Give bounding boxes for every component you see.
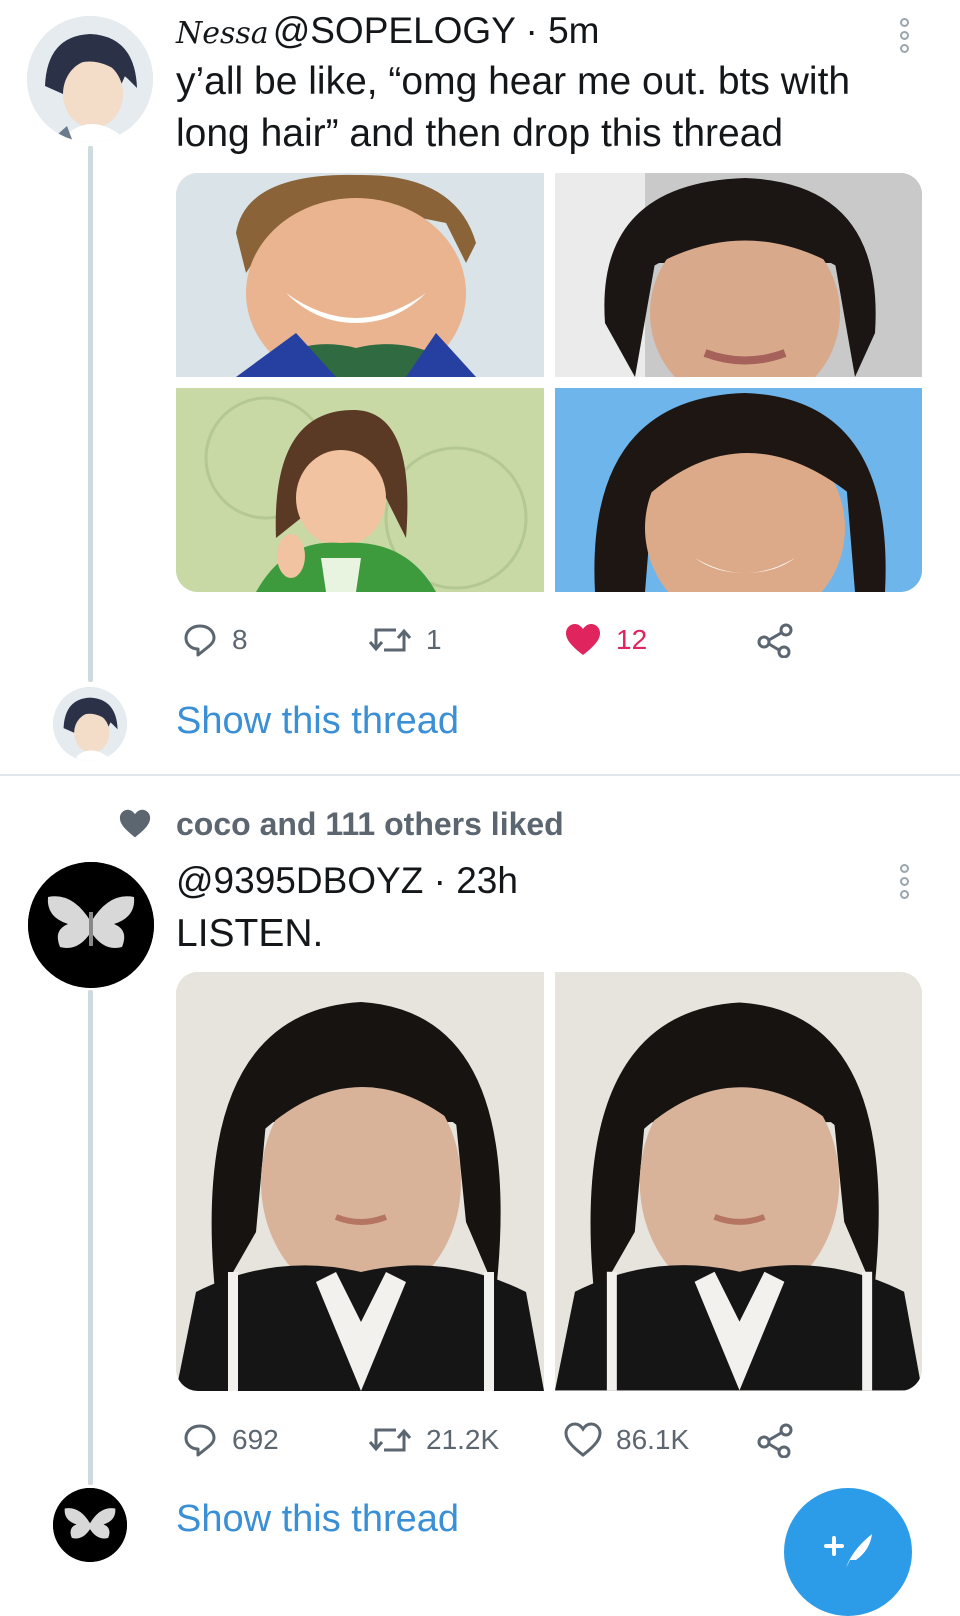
- display-name[interactable]: Nessa: [176, 16, 269, 51]
- tweet-photo[interactable]: [176, 972, 544, 1391]
- butterfly-avatar-image: [28, 862, 154, 988]
- reply-button[interactable]: 8: [182, 622, 248, 658]
- social-context[interactable]: coco and 111 others liked: [176, 806, 564, 843]
- separator: ·: [525, 10, 538, 51]
- divider: [0, 774, 960, 776]
- tweet-photo[interactable]: [176, 173, 544, 377]
- reply-count: 692: [232, 1424, 279, 1455]
- share-button[interactable]: [756, 1422, 794, 1458]
- avatar[interactable]: [28, 862, 154, 988]
- heart-icon: [566, 624, 600, 655]
- compose-icon: [824, 1534, 872, 1568]
- like-count: 86.1K: [616, 1424, 690, 1455]
- retweet-button[interactable]: 1: [368, 622, 442, 658]
- separator: ·: [433, 860, 446, 901]
- anime-avatar-image: [27, 16, 153, 142]
- like-button[interactable]: 12: [564, 622, 647, 658]
- thread-line: [88, 146, 93, 682]
- tweet-text: y’all be like, “omg hear me out. bts wit…: [176, 56, 850, 160]
- avatar[interactable]: [27, 16, 153, 142]
- more-icon[interactable]: [897, 18, 911, 53]
- reply-button[interactable]: 692: [182, 1422, 279, 1458]
- retweet-icon: [368, 1428, 412, 1452]
- retweet-count: 21.2K: [426, 1424, 500, 1455]
- more-icon[interactable]: [897, 864, 911, 899]
- reply-icon: [184, 1424, 216, 1457]
- tweet-header: @9395DBOYZ · 23h: [176, 860, 518, 902]
- share-button[interactable]: [756, 622, 794, 658]
- handle[interactable]: @SOPELOGY: [273, 10, 516, 51]
- avatar-small[interactable]: [53, 687, 127, 761]
- timestamp[interactable]: 5m: [548, 10, 599, 51]
- show-thread-link[interactable]: Show this thread: [176, 1498, 459, 1541]
- share-icon: [757, 1423, 793, 1458]
- retweet-count: 1: [426, 624, 442, 655]
- tweet-text: LISTEN.: [176, 912, 324, 955]
- tweet-photo[interactable]: [555, 173, 922, 377]
- avatar-small[interactable]: [53, 1488, 127, 1562]
- retweet-icon: [368, 628, 412, 652]
- thread-line: [88, 990, 93, 1485]
- timestamp[interactable]: 23h: [456, 860, 518, 901]
- compose-button[interactable]: [784, 1488, 912, 1616]
- tweet-photo[interactable]: [555, 972, 922, 1391]
- retweet-button[interactable]: 21.2K: [368, 1422, 499, 1458]
- tweet-text-line: long hair” and then drop this thread: [176, 112, 784, 155]
- reply-icon: [184, 624, 216, 657]
- tweet-header: Nessa @SOPELOGY · 5m: [176, 10, 600, 52]
- share-icon: [757, 623, 793, 658]
- like-count: 12: [616, 624, 648, 655]
- tweet-photo[interactable]: [176, 388, 544, 592]
- reply-count: 8: [232, 624, 248, 655]
- heart-icon: [564, 1422, 602, 1457]
- like-button[interactable]: 86.1K: [564, 1422, 689, 1458]
- handle[interactable]: @9395DBOYZ: [176, 860, 423, 901]
- show-thread-link[interactable]: Show this thread: [176, 700, 459, 743]
- tweet-photo[interactable]: [555, 388, 922, 592]
- heart-icon: [119, 809, 151, 838]
- tweet-text-line: y’all be like, “omg hear me out. bts wit…: [176, 60, 851, 103]
